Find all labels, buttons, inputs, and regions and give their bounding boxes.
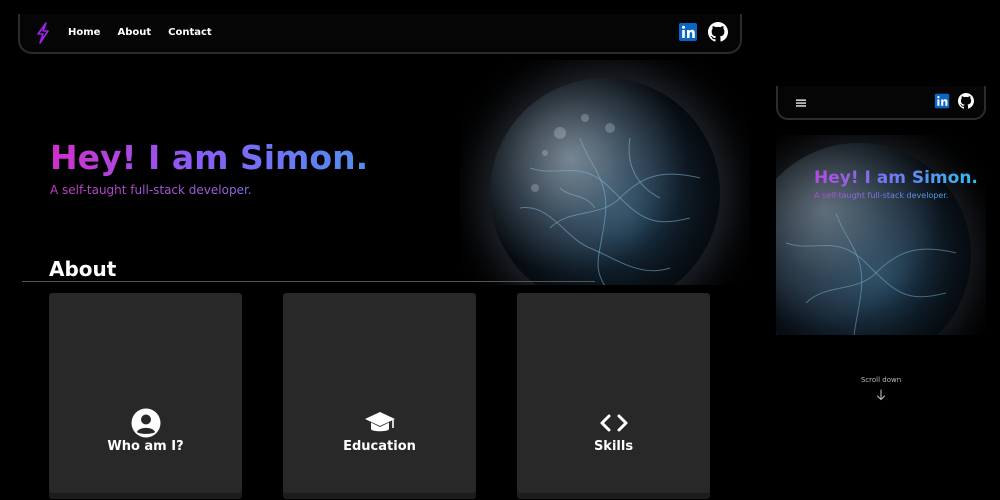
graduation-cap-icon <box>364 412 395 432</box>
linkedin-icon[interactable] <box>934 93 950 109</box>
nav-link-home[interactable]: Home <box>68 27 100 38</box>
card-label: Who am I? <box>107 439 184 454</box>
mobile-view: Hey! I am Simon. A self-taught full-stac… <box>776 0 986 500</box>
card-who-am-i[interactable]: Who am I? <box>49 293 242 493</box>
linkedin-icon[interactable] <box>678 22 698 42</box>
hero-title: Hey! I am Simon. <box>50 138 369 177</box>
mobile-planet-container <box>776 135 986 335</box>
mobile-social-links <box>934 93 974 109</box>
planet-image-container <box>460 60 750 285</box>
arrow-down-icon[interactable] <box>876 389 886 401</box>
about-divider <box>22 281 595 282</box>
nav-link-about[interactable]: About <box>117 27 151 38</box>
github-icon[interactable] <box>958 93 974 109</box>
planet-texture <box>519 114 701 285</box>
mobile-navbar <box>776 86 986 120</box>
card-education[interactable]: Education <box>283 293 476 493</box>
card-label: Education <box>343 439 416 454</box>
hero-subtitle: A self-taught full-stack developer. <box>50 183 252 197</box>
navbar: Home About Contact <box>18 14 742 54</box>
mobile-hero-title: Hey! I am Simon. <box>814 168 978 188</box>
nav-link-contact[interactable]: Contact <box>168 27 212 38</box>
user-circle-icon <box>131 408 160 438</box>
nav-links: Home About Contact <box>68 27 212 38</box>
card-skills[interactable]: Skills <box>517 293 710 493</box>
planet-image <box>490 78 720 285</box>
logo-lightning-icon[interactable] <box>34 22 52 44</box>
github-icon[interactable] <box>708 22 728 42</box>
menu-icon[interactable] <box>796 98 806 108</box>
social-links <box>678 22 728 42</box>
code-icon <box>600 414 627 432</box>
desktop-view: Home About Contact Hey! I am Simon. A se… <box>0 0 760 500</box>
about-heading: About <box>49 257 117 281</box>
card-label: Skills <box>593 439 634 454</box>
scroll-down-label: Scroll down <box>860 376 902 384</box>
mobile-hero-subtitle: A self-taught full-stack developer. <box>814 191 949 200</box>
